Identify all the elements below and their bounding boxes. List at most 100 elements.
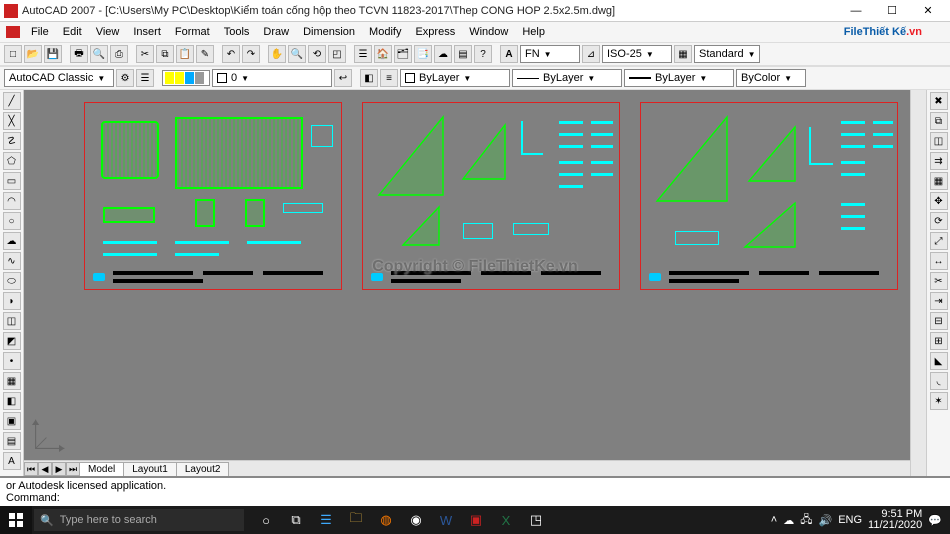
app-autocad-icon[interactable]: ▣ [462, 508, 490, 532]
mirror-icon[interactable]: ◫ [930, 132, 948, 150]
undo-icon[interactable]: ↶ [222, 45, 240, 63]
copy-icon[interactable]: ⧉ [156, 45, 174, 63]
erase-icon[interactable]: ✖ [930, 92, 948, 110]
polyline-icon[interactable]: ☡ [3, 132, 21, 150]
tray-network-icon[interactable]: 🖧 [800, 511, 812, 530]
save-icon[interactable]: 💾 [44, 45, 62, 63]
print-icon[interactable]: 🖶 [70, 45, 88, 63]
layers-manager-icon[interactable]: ☰ [136, 69, 154, 87]
design-center-icon[interactable]: 🏠 [374, 45, 392, 63]
plotstyle-dropdown[interactable]: ByColor▼ [736, 69, 806, 87]
zoom-prev-icon[interactable]: ⟲ [308, 45, 326, 63]
calc-icon[interactable]: ▤ [454, 45, 472, 63]
region-icon[interactable]: ▣ [3, 412, 21, 430]
lineweight-dropdown[interactable]: ByLayer▼ [624, 69, 734, 87]
tab-layout2[interactable]: Layout2 [176, 462, 230, 476]
paste-icon[interactable]: 📋 [176, 45, 194, 63]
app-generic-icon[interactable]: ◳ [522, 508, 550, 532]
app-excel-icon[interactable]: X [492, 508, 520, 532]
menu-window[interactable]: Window [462, 24, 515, 40]
text-style-icon[interactable]: A [500, 45, 518, 63]
redo-icon[interactable]: ↷ [242, 45, 260, 63]
join-icon[interactable]: ⊞ [930, 332, 948, 350]
cut-icon[interactable]: ✂ [136, 45, 154, 63]
taskview-icon[interactable]: ⧉ [282, 508, 310, 532]
tab-nav-last[interactable]: ⏭ [66, 462, 80, 476]
offset-icon[interactable]: ⇉ [930, 152, 948, 170]
zoom-win-icon[interactable]: ◰ [328, 45, 346, 63]
menu-file[interactable]: File [24, 24, 56, 40]
chamfer-icon[interactable]: ◣ [930, 352, 948, 370]
menu-edit[interactable]: Edit [56, 24, 89, 40]
workspace-dropdown[interactable]: AutoCAD Classic▼ [4, 69, 114, 87]
trim-icon[interactable]: ✂ [930, 272, 948, 290]
color-dropdown[interactable]: ByLayer▼ [400, 69, 510, 87]
polygon-icon[interactable]: ⬠ [3, 152, 21, 170]
app-firefox-icon[interactable]: ◍ [372, 508, 400, 532]
tray-overflow-icon[interactable]: ˄ [771, 514, 777, 526]
line-icon[interactable]: ╱ [3, 92, 21, 110]
font-dropdown[interactable]: FN▼ [520, 45, 580, 63]
color-control-icon[interactable]: ◧ [360, 69, 378, 87]
rotate-icon[interactable]: ⟳ [930, 212, 948, 230]
vertical-scrollbar[interactable] [910, 90, 926, 476]
tray-notifications-icon[interactable]: 💬 [928, 514, 942, 527]
match-icon[interactable]: ✎ [196, 45, 214, 63]
menu-dimension[interactable]: Dimension [296, 24, 362, 40]
point-icon[interactable]: • [3, 352, 21, 370]
tab-nav-prev[interactable]: ◀ [38, 462, 52, 476]
new-icon[interactable]: □ [4, 45, 22, 63]
array-icon[interactable]: ▦ [930, 172, 948, 190]
command-line[interactable]: or Autodesk licensed application. Comman… [0, 476, 950, 506]
tab-nav-first[interactable]: ⏮ [24, 462, 38, 476]
zoom-icon[interactable]: 🔍 [288, 45, 306, 63]
stretch-icon[interactable]: ↔ [930, 252, 948, 270]
linetype-control-icon[interactable]: ≡ [380, 69, 398, 87]
block-make-icon[interactable]: ◩ [3, 332, 21, 350]
explode-icon[interactable]: ✶ [930, 392, 948, 410]
break-icon[interactable]: ⊟ [930, 312, 948, 330]
tool-palette-icon[interactable]: 🗂 [394, 45, 412, 63]
tab-model[interactable]: Model [79, 462, 124, 476]
tab-nav-next[interactable]: ▶ [52, 462, 66, 476]
menu-draw[interactable]: Draw [256, 24, 296, 40]
ellipse-icon[interactable]: ⬭ [3, 272, 21, 290]
publish-icon[interactable]: ⎙ [110, 45, 128, 63]
preview-icon[interactable]: 🔍 [90, 45, 108, 63]
app-word-icon[interactable]: W [432, 508, 460, 532]
menu-help[interactable]: Help [515, 24, 552, 40]
menu-insert[interactable]: Insert [126, 24, 168, 40]
table-style-dropdown[interactable]: Standard▼ [694, 45, 760, 63]
menu-view[interactable]: View [89, 24, 127, 40]
table-icon[interactable]: ▦ [674, 45, 692, 63]
arc-icon[interactable]: ◠ [3, 192, 21, 210]
help-icon[interactable]: ? [474, 45, 492, 63]
move-icon[interactable]: ✥ [930, 192, 948, 210]
properties-icon[interactable]: ☰ [354, 45, 372, 63]
tab-layout1[interactable]: Layout1 [123, 462, 177, 476]
pan-icon[interactable]: ✋ [268, 45, 286, 63]
menu-modify[interactable]: Modify [362, 24, 408, 40]
fillet-icon[interactable]: ◟ [930, 372, 948, 390]
menu-tools[interactable]: Tools [217, 24, 257, 40]
app-explorer-icon[interactable]: 🗀 [342, 508, 370, 532]
menu-format[interactable]: Format [168, 24, 217, 40]
copy-obj-icon[interactable]: ⧉ [930, 112, 948, 130]
rectangle-icon[interactable]: ▭ [3, 172, 21, 190]
cortana-icon[interactable]: ○ [252, 508, 280, 532]
hatch-icon[interactable]: ▦ [3, 372, 21, 390]
drawing-canvas[interactable] [24, 90, 910, 460]
layer-state-icons[interactable] [162, 70, 210, 86]
taskbar-search[interactable]: 🔍 Type here to search [34, 509, 244, 531]
ellipse-arc-icon[interactable]: ◗ [3, 292, 21, 310]
open-icon[interactable]: 📂 [24, 45, 42, 63]
extend-icon[interactable]: ⇥ [930, 292, 948, 310]
revcloud-icon[interactable]: ☁ [3, 232, 21, 250]
tray-lang[interactable]: ENG [838, 514, 862, 526]
xline-icon[interactable]: ╳ [3, 112, 21, 130]
tray-clock[interactable]: 9:51 PM 11/21/2020 [868, 509, 922, 531]
table-icon[interactable]: ▤ [3, 432, 21, 450]
block-insert-icon[interactable]: ◫ [3, 312, 21, 330]
workspace-settings-icon[interactable]: ⚙ [116, 69, 134, 87]
menu-express[interactable]: Express [408, 24, 462, 40]
